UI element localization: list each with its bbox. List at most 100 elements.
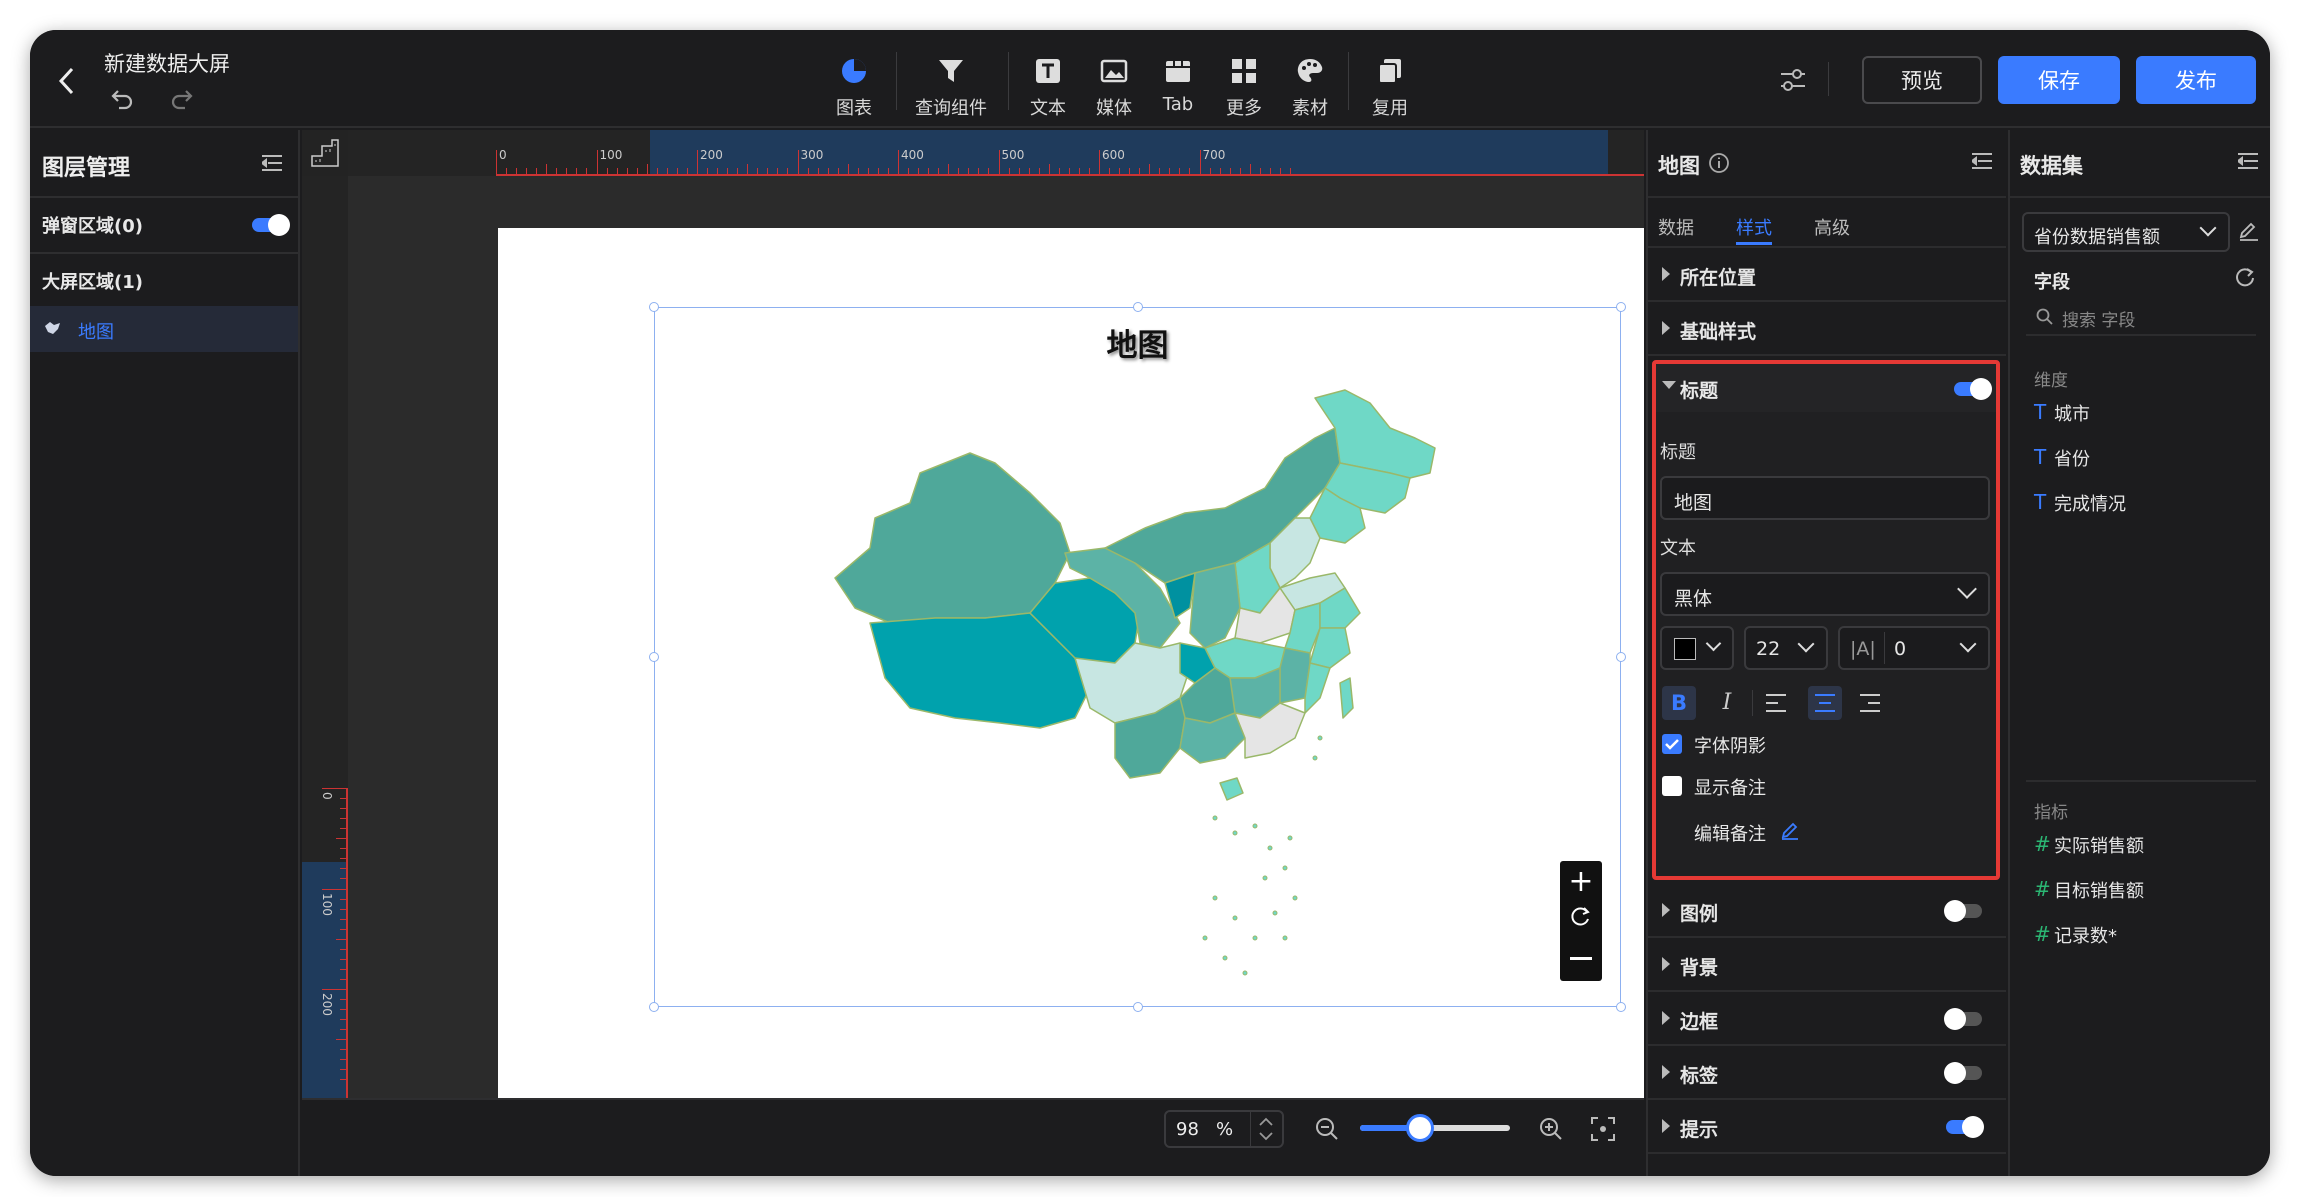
tooltip-toggle[interactable] [1946,1116,1984,1138]
ruler-tick-label: 200 [320,993,334,1016]
italic-button[interactable]: I [1710,686,1744,720]
section-position[interactable]: 所在位置 [1648,248,2006,302]
title-toggle[interactable] [1954,378,1992,400]
field-search[interactable]: 搜索 字段 [2026,302,2256,336]
toolbar-assets-button[interactable]: 素材 [1282,56,1338,120]
save-button[interactable]: 保存 [1998,56,2120,104]
undo-icon[interactable] [110,86,136,110]
toolbar-text-button[interactable]: 文本 [1020,56,1076,120]
resize-handle[interactable] [649,652,659,662]
sliders-icon[interactable] [1778,66,1808,94]
publish-button[interactable]: 发布 [2136,56,2256,104]
toolbar-query-button[interactable]: 查询组件 [906,56,996,120]
layer-panel-title: 图层管理 [42,156,131,181]
zoom-out-icon[interactable] [1314,1116,1340,1142]
screen-area-label: 大屏区域(1) [42,272,143,293]
toolbar-chart-button[interactable]: 图表 [826,56,882,120]
preview-button[interactable]: 预览 [1862,56,1982,104]
toolbar-tab-button[interactable]: Tab [1150,56,1206,115]
align-center-icon [1815,694,1835,712]
resize-handle[interactable] [1133,1002,1143,1012]
edit-icon[interactable] [1780,820,1800,840]
layer-item-map[interactable]: 地图 [30,306,298,352]
font-family-select[interactable]: 黑体 [1660,572,1990,616]
map-icon [45,322,60,334]
popup-area-toggle[interactable] [252,214,290,236]
dimensions-label: 维度 [2034,371,2068,391]
title-input[interactable]: 地图 [1660,476,1990,520]
resize-handle[interactable] [649,302,659,312]
fit-screen-icon[interactable] [1590,1116,1616,1142]
bold-button[interactable]: B [1662,686,1696,720]
align-left-icon[interactable] [1764,692,1788,714]
text-field-icon: T [2034,490,2047,514]
map-reset-icon[interactable] [1570,905,1592,927]
panel-title: 地图 [1658,154,1700,178]
section-border[interactable]: 边框 [1648,992,2006,1046]
zoom-unit: % [1216,1119,1234,1140]
dimension-item[interactable]: T 城市 [2034,400,2090,426]
resize-handle[interactable] [1616,302,1626,312]
dimension-item[interactable]: T 完成情况 [2034,490,2126,516]
section-tooltip[interactable]: 提示 [1648,1100,2006,1154]
ruler-icon[interactable] [310,138,340,168]
chevron-down-icon [1959,635,1977,653]
screen-canvas[interactable]: 地图 + [498,228,1644,1098]
dimension-item[interactable]: T 省份 [2034,445,2090,471]
toolbar-more-button[interactable]: 更多 [1216,56,1272,120]
section-background[interactable]: 背景 [1648,938,2006,992]
pie-chart-icon [842,59,866,83]
resize-handle[interactable] [1133,302,1143,312]
zoom-input[interactable]: 98 % [1164,1110,1284,1148]
resize-handle[interactable] [1616,652,1626,662]
dataset-select[interactable]: 省份数据销售额 [2022,212,2230,252]
collapse-menu-icon[interactable] [262,154,282,172]
dataset-menu-icon[interactable] [2238,152,2258,170]
tab-advanced[interactable]: 高级 [1814,214,1850,240]
measure-item[interactable]: # 记录数* [2034,922,2117,948]
measure-item[interactable]: # 目标销售额 [2034,877,2144,903]
font-shadow-checkbox[interactable] [1662,734,1682,754]
zoom-slider-knob[interactable] [1406,1114,1434,1142]
measure-item[interactable]: # 实际销售额 [2034,832,2144,858]
ruler-tick-label: 200 [700,148,723,162]
labels-toggle[interactable] [1944,1062,1982,1084]
zoom-in-icon[interactable] [1538,1116,1564,1142]
resize-handle[interactable] [1616,1002,1626,1012]
show-note-checkbox[interactable] [1662,776,1682,796]
map-zoom-out-icon[interactable] [1570,957,1592,960]
tab-data[interactable]: 数据 [1658,214,1694,240]
zoom-slider[interactable] [1360,1114,1510,1142]
canvas-area[interactable]: 0 100 200 300 400 500 600 700 0 100 200 地图 [302,130,1644,1098]
map-widget[interactable]: 地图 + [649,302,1626,1012]
expanded-arrow-icon [1662,381,1676,389]
font-size-select[interactable]: 22 [1744,626,1828,670]
align-center-button[interactable] [1808,686,1842,720]
panel-menu-icon[interactable] [1972,152,1992,170]
redo-icon[interactable] [168,86,194,110]
zoom-stepper-icon[interactable] [1256,1115,1276,1143]
section-title-header[interactable]: 标题 [1656,364,1996,412]
align-right-icon[interactable] [1858,692,1882,714]
resize-handle[interactable] [649,1002,659,1012]
map-zoom-controls: + [1560,861,1602,981]
tab-style[interactable]: 样式 [1736,214,1772,240]
font-color-picker[interactable] [1660,626,1734,670]
edit-dataset-icon[interactable] [2238,220,2260,242]
edit-note-link[interactable]: 编辑备注 [1694,820,1766,846]
letter-spacing-select[interactable]: |A| 0 [1838,626,1990,670]
legend-toggle[interactable] [1944,900,1982,922]
back-arrow-icon[interactable] [56,66,78,96]
toolbar-media-button[interactable]: 媒体 [1086,56,1142,120]
ruler-tick [998,150,1000,174]
refresh-icon[interactable] [2234,266,2256,288]
toolbar-reuse-button[interactable]: 复用 [1362,56,1418,120]
section-labels[interactable]: 标签 [1648,1046,2006,1100]
number-field-icon: # [2034,832,2051,856]
info-icon[interactable] [1708,152,1730,174]
map-zoom-in-icon[interactable]: + [1560,865,1602,899]
china-map[interactable] [815,378,1455,998]
border-toggle[interactable] [1944,1008,1982,1030]
section-legend[interactable]: 图例 [1648,884,2006,938]
section-basic-style[interactable]: 基础样式 [1648,302,2006,356]
